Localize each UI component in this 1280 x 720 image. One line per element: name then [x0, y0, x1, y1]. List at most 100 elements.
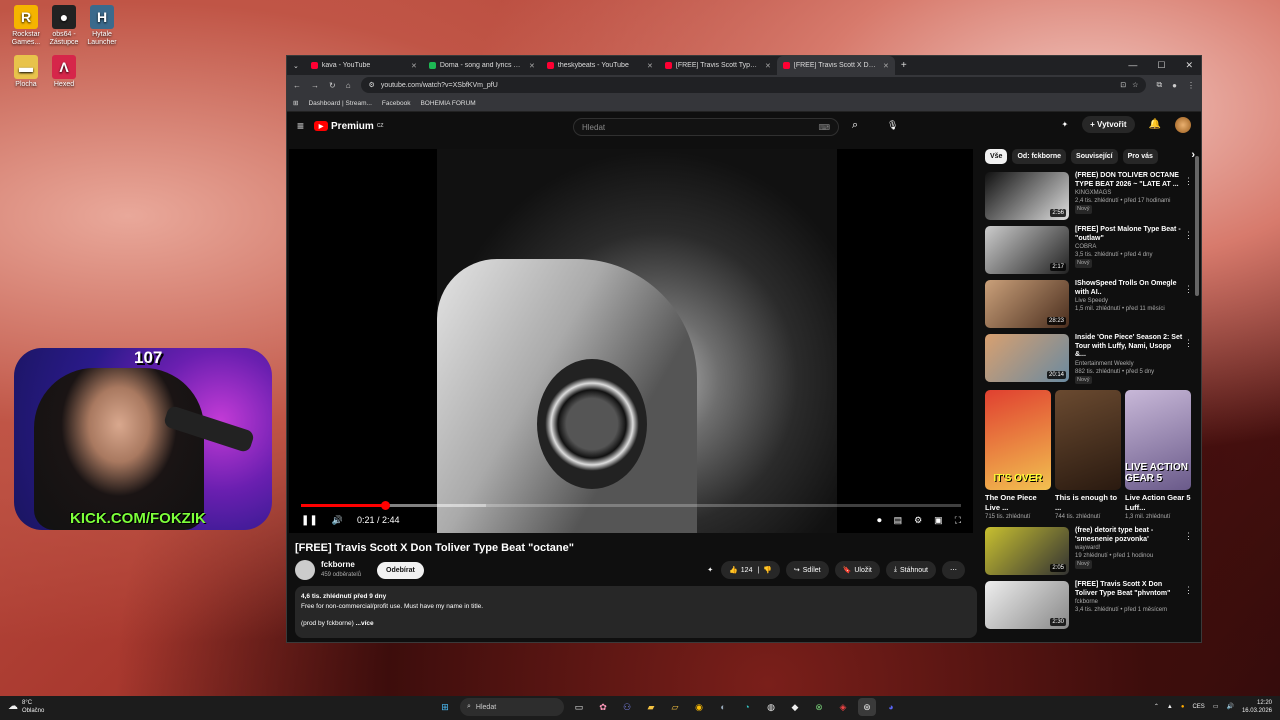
tab-close-icon[interactable]: ✕: [411, 62, 417, 70]
browser-tab[interactable]: theskybeats - YouTube ✕: [541, 56, 659, 75]
desktop-icon[interactable]: Λ Hexed: [44, 55, 84, 89]
account-avatar[interactable]: [1175, 116, 1191, 133]
video-thumbnail[interactable]: 2:05: [985, 527, 1069, 575]
sparkle-icon[interactable]: ✦: [705, 561, 715, 579]
active-app-icon[interactable]: ⊛: [858, 698, 876, 716]
bookmark-star-icon[interactable]: ☆: [1132, 81, 1138, 89]
search-input[interactable]: Hledat ⌨: [573, 118, 839, 136]
apps-icon[interactable]: ⊞: [293, 99, 298, 107]
widgets-icon[interactable]: ✿: [594, 698, 612, 716]
steam-icon[interactable]: ◐: [714, 698, 732, 716]
more-options-icon[interactable]: ⋮: [1184, 531, 1193, 542]
more-options-icon[interactable]: ⋮: [1184, 585, 1193, 596]
tab-close-icon[interactable]: ✕: [647, 62, 653, 70]
tray-chevron-icon[interactable]: ⌃: [1154, 703, 1159, 711]
menu-icon[interactable]: ⋮: [1187, 81, 1195, 90]
tab-close-icon[interactable]: ✕: [529, 62, 535, 70]
rec-title[interactable]: [FREE] Travis Scott X Don Toliver Type B…: [1075, 581, 1183, 598]
subtitles-icon[interactable]: ▤: [894, 515, 903, 526]
url-field[interactable]: ⚙ youtube.com/watch?v=XSbfKVm_pfU ⊡ ☆: [360, 77, 1147, 93]
filter-chip[interactable]: Od: fckborne: [1012, 149, 1067, 164]
download-button[interactable]: ⤓ Stáhnout: [885, 561, 936, 579]
rec-title[interactable]: (FREE) DON TOLIVER OCTANE TYPE BEAT 2026…: [1075, 172, 1183, 189]
tab-search-icon[interactable]: ⌄: [287, 62, 305, 70]
chrome-icon[interactable]: ◉: [690, 698, 708, 716]
subscribe-button[interactable]: Odebírat: [377, 561, 424, 579]
volume-tray-icon[interactable]: 🔊: [1226, 703, 1233, 711]
show-more-link[interactable]: ...více: [356, 620, 374, 627]
channel-name[interactable]: fckborne: [321, 560, 361, 570]
language-indicator[interactable]: CES: [1192, 703, 1204, 711]
youtube-logo[interactable]: ▶ Premium CZ: [314, 121, 383, 132]
progress-scrubber[interactable]: [381, 501, 391, 510]
obs-icon[interactable]: ◍: [762, 698, 780, 716]
rec-channel[interactable]: fckborne: [1075, 598, 1183, 606]
rec-title[interactable]: [FREE] Post Malone Type Beat - "outlaw": [1075, 226, 1183, 243]
description-box[interactable]: 4,6 tis. zhlédnutí před 9 dny Free for n…: [295, 586, 977, 638]
scrollbar[interactable]: [1195, 156, 1199, 296]
short-item[interactable]: LIVE ACTION GEAR 5 Live Action Gear 5 Luf…: [1125, 390, 1191, 521]
profile-icon[interactable]: ●: [1172, 81, 1177, 90]
video-thumbnail[interactable]: 2:56: [985, 172, 1069, 220]
settings-icon[interactable]: ⚙: [914, 515, 922, 526]
site-info-icon[interactable]: ⚙: [369, 81, 375, 89]
short-item[interactable]: This is enough to ... 744 tis. zhlédnutí: [1055, 390, 1121, 521]
extensions-icon[interactable]: ⧉: [1156, 80, 1162, 90]
taskbar-search[interactable]: ⌕ Hledat: [460, 698, 564, 716]
notifications-icon[interactable]: 🔔: [1149, 119, 1161, 130]
search-icon[interactable]: ⌕: [852, 119, 858, 132]
back-icon[interactable]: ←: [293, 81, 301, 90]
video-thumbnail[interactable]: 2:30: [985, 581, 1069, 629]
short-thumbnail[interactable]: [1055, 390, 1121, 490]
reload-icon[interactable]: ↻: [329, 81, 336, 90]
more-actions-button[interactable]: ⋯: [942, 561, 965, 579]
close-icon[interactable]: ✕: [1185, 60, 1193, 71]
more-options-icon[interactable]: ⋮: [1184, 230, 1193, 241]
teams-icon[interactable]: ⚇: [618, 698, 636, 716]
recommended-video[interactable]: 20:14 Inside 'One Piece' Season 2: Set To…: [985, 334, 1195, 384]
fullscreen-icon[interactable]: ⛶: [955, 515, 961, 526]
share-button[interactable]: ↪ Sdílet: [785, 561, 829, 579]
short-item[interactable]: IT'S OVER The One Piece Live ... 715 tis. …: [985, 390, 1051, 521]
video-thumbnail[interactable]: 20:14: [985, 334, 1069, 382]
rec-channel[interactable]: Entertainment Weekly: [1075, 360, 1183, 368]
recommended-video[interactable]: 2:30 [FREE] Travis Scott X Don Toliver Ty…: [985, 581, 1195, 631]
rec-title[interactable]: (free) detorit type beat - 'smesnenie po…: [1075, 527, 1183, 544]
file-explorer-icon[interactable]: ▰: [642, 698, 660, 716]
desktop-icon[interactable]: H Hytale Launcher: [82, 5, 122, 47]
short-thumbnail[interactable]: IT'S OVER: [985, 390, 1051, 490]
bookmark-bohemia[interactable]: BOHEMIA FORUM: [420, 100, 475, 107]
folder-icon[interactable]: ▱: [666, 698, 684, 716]
start-icon[interactable]: ⊞: [436, 698, 454, 716]
short-title[interactable]: The One Piece Live ...: [985, 493, 1051, 513]
bookmark-dashboard[interactable]: Dashboard | Stream...: [308, 100, 371, 107]
voice-search-icon[interactable]: 🎙: [887, 120, 898, 131]
new-tab-button[interactable]: +: [895, 60, 913, 71]
browser-tab[interactable]: kava - YouTube ✕: [305, 56, 423, 75]
rec-title[interactable]: IShowSpeed Trolls On Omegle with AI..: [1075, 280, 1183, 297]
clock[interactable]: 12:20 16.03.2026: [1242, 699, 1272, 715]
weather-widget[interactable]: ☁ 8°C Oblačno: [8, 699, 44, 715]
pause-icon[interactable]: ❚❚: [301, 515, 318, 526]
rec-channel[interactable]: Live Speedy: [1075, 297, 1183, 305]
short-title[interactable]: This is enough to ...: [1055, 493, 1121, 513]
volume-icon[interactable]: 🔊: [332, 515, 343, 526]
desktop-icon[interactable]: ● obs64 - Zástupce: [44, 5, 84, 47]
short-title[interactable]: Live Action Gear 5 Luff...: [1125, 493, 1191, 513]
edge-icon[interactable]: ◔: [738, 698, 756, 716]
maximize-icon[interactable]: ☐: [1157, 60, 1165, 71]
browser-tab[interactable]: [FREE] Travis Scott Type Beat -...✕: [659, 56, 777, 75]
tab-close-icon[interactable]: ✕: [765, 62, 771, 70]
create-button[interactable]: + Vytvořit: [1082, 116, 1135, 133]
more-options-icon[interactable]: ⋮: [1184, 284, 1193, 295]
more-options-icon[interactable]: ⋮: [1184, 176, 1193, 187]
tab-close-icon[interactable]: ✕: [883, 62, 889, 70]
browser-tab[interactable]: Doma - song and lyrics by tob...✕: [423, 56, 541, 75]
minimize-icon[interactable]: —: [1128, 60, 1137, 71]
rec-channel[interactable]: COBRA: [1075, 243, 1183, 251]
filter-chip[interactable]: Pro vás: [1122, 149, 1158, 164]
video-thumbnail[interactable]: 28:23: [985, 280, 1069, 328]
epic-icon[interactable]: ◆: [786, 698, 804, 716]
desktop-icon[interactable]: ▬ Plocha: [6, 55, 46, 89]
install-icon[interactable]: ⊡: [1120, 81, 1126, 89]
